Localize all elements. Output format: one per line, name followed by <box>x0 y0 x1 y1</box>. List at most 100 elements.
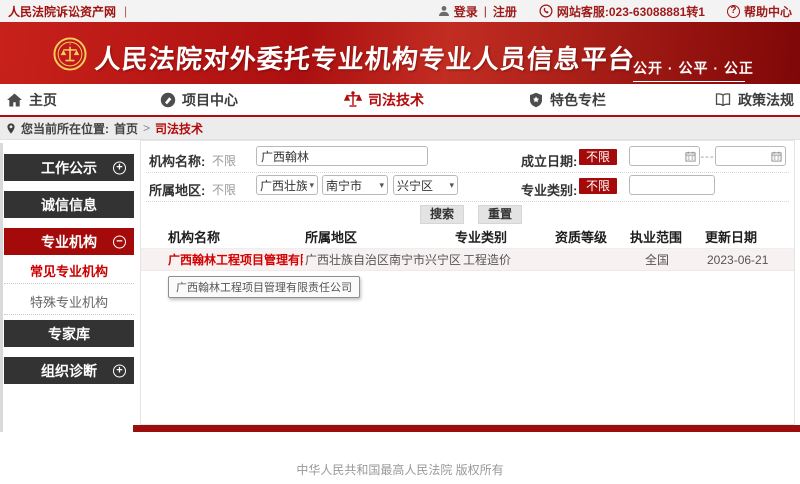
category-label: 专业类别: <box>521 180 577 199</box>
nav-item-policy[interactable]: 政策法规 <box>714 84 794 115</box>
breadcrumb-current: 司法技术 <box>155 120 203 137</box>
nav-item-special-column[interactable]: 特色专栏 <box>528 84 606 115</box>
city-select-value: 南宁市 <box>326 177 377 194</box>
province-select-value: 广西壮族自治 <box>260 177 307 194</box>
help-center-link[interactable]: 帮助中心 <box>744 3 792 20</box>
org-name-link[interactable]: 广西翰林工程项目管理有限责任... <box>168 249 303 271</box>
scales-icon <box>344 91 362 108</box>
table-row[interactable]: 广西翰林工程项目管理有限责任... 广西壮族自治区南宁市兴宁区 工程造价 全国 … <box>141 249 794 271</box>
login-register-divider: | <box>484 4 487 18</box>
col-header-region: 所属地区 <box>305 227 357 249</box>
book-icon <box>714 92 732 107</box>
breadcrumb-prefix: 您当前所在位置: <box>21 120 109 137</box>
sidebar-subitem-common-orgs[interactable]: 常见专业机构 <box>4 258 134 284</box>
login-link[interactable]: 登录 <box>454 3 478 20</box>
sidebar-item-org-diagnosis[interactable]: 组织诊断 + <box>4 357 134 384</box>
sidebar-item-integrity-info[interactable]: 诚信信息 <box>4 191 134 218</box>
help-area: ? 帮助中心 <box>727 3 792 20</box>
founded-date-unlimited-button[interactable]: 不限 <box>579 149 617 165</box>
sidebar-item-label: 组织诊断 <box>41 361 97 381</box>
badge-icon <box>528 92 544 108</box>
org-name-unlimited-option[interactable]: 不限 <box>212 152 236 169</box>
cell-region: 广西壮族自治区南宁市兴宁区 <box>305 249 461 271</box>
district-select[interactable]: 兴宁区 ▾ <box>393 175 458 195</box>
nav-label: 项目中心 <box>182 90 238 110</box>
province-select[interactable]: 广西壮族自治 ▾ <box>256 175 318 195</box>
sidebar-item-label: 专家库 <box>48 324 90 344</box>
location-pin-icon <box>6 122 16 135</box>
col-header-category: 专业类别 <box>455 227 507 249</box>
sidebar-item-professional-orgs[interactable]: 专业机构 − <box>4 228 134 255</box>
category-unlimited-button[interactable]: 不限 <box>579 178 617 194</box>
sidebar-item-label: 专业机构 <box>41 232 97 252</box>
expand-plus-icon[interactable]: + <box>113 364 126 377</box>
sidebar-subitem-special-orgs[interactable]: 特殊专业机构 <box>4 289 134 315</box>
sidebar-edge-strip <box>0 143 3 432</box>
phone-icon <box>539 4 553 18</box>
sidebar-item-label: 工作公示 <box>41 158 97 178</box>
page: 人民法院诉讼资产网 | 登录 | 注册 网站客服:023-63088881转1 <box>0 0 800 484</box>
breadcrumb-separator: > <box>143 121 150 135</box>
register-link[interactable]: 注册 <box>493 3 517 20</box>
region-unlimited-option[interactable]: 不限 <box>212 181 236 198</box>
date-to-input[interactable] <box>715 146 786 166</box>
sidebar-subitem-label: 特殊专业机构 <box>30 292 108 311</box>
topbar-right: 登录 | 注册 网站客服:023-63088881转1 ? 帮助中心 <box>438 3 792 20</box>
org-name-label: 机构名称: <box>149 151 205 170</box>
panel-bottom-bar <box>133 425 800 432</box>
region-label: 所属地区: <box>149 180 205 199</box>
cell-scope: 全国 <box>645 249 669 271</box>
question-icon: ? <box>727 5 740 18</box>
reset-button[interactable]: 重置 <box>478 205 522 224</box>
service-phone-text[interactable]: 网站客服:023-63088881转1 <box>557 3 705 20</box>
form-divider <box>146 201 789 202</box>
org-name-input[interactable] <box>256 146 428 166</box>
founded-date-label: 成立日期: <box>521 151 577 170</box>
col-header-scope: 执业范围 <box>630 227 682 249</box>
sidebar-item-work-publicity[interactable]: 工作公示 + <box>4 154 134 181</box>
footer-copyright: 中华人民共和国最高人民法院 版权所有 <box>0 461 800 478</box>
calendar-icon <box>771 151 782 162</box>
nav-item-project-center[interactable]: 项目中心 <box>160 84 238 115</box>
nav-item-judicial-tech[interactable]: 司法技术 <box>344 84 424 115</box>
calendar-icon <box>685 151 696 162</box>
form-divider <box>146 172 789 173</box>
category-input[interactable] <box>629 175 715 195</box>
breadcrumb: 您当前所在位置: 首页 > 司法技术 <box>0 117 800 140</box>
sister-site-link[interactable]: 人民法院诉讼资产网 <box>8 3 116 20</box>
home-icon <box>6 92 23 108</box>
col-header-org-name: 机构名称 <box>168 227 220 249</box>
org-name-tooltip: 广西翰林工程项目管理有限责任公司 <box>168 276 360 298</box>
nav-item-home[interactable]: 主页 <box>6 84 57 115</box>
expand-plus-icon[interactable]: + <box>113 161 126 174</box>
site-slogan: 公开 · 公平 · 公正 <box>633 58 745 82</box>
chevron-down-icon: ▾ <box>309 180 314 191</box>
col-header-updated: 更新日期 <box>705 227 757 249</box>
district-select-value: 兴宁区 <box>397 177 447 194</box>
chevron-down-icon: ▾ <box>379 180 384 191</box>
login-area: 登录 | 注册 <box>438 3 517 20</box>
project-center-icon <box>160 92 176 108</box>
user-icon <box>438 5 450 17</box>
topbar-left: 人民法院诉讼资产网 | <box>8 3 127 20</box>
col-header-grade: 资质等级 <box>555 227 607 249</box>
date-from-input[interactable] <box>629 146 700 166</box>
collapse-minus-icon[interactable]: − <box>113 235 126 248</box>
topbar-divider: | <box>124 4 127 18</box>
site-banner: 人民法院对外委托专业机构专业人员信息平台 公开 · 公平 · 公正 www.rm… <box>0 22 800 84</box>
search-button[interactable]: 搜索 <box>420 205 464 224</box>
chevron-down-icon: ▾ <box>449 180 454 191</box>
breadcrumb-home-link[interactable]: 首页 <box>114 120 138 137</box>
nav-label: 司法技术 <box>368 90 424 110</box>
cell-updated: 2023-06-21 <box>707 249 768 271</box>
main-panel: 机构名称: 不限 成立日期: 不限 --- 所属地区: 不限 广西壮族自治 ▾ … <box>140 140 795 425</box>
sidebar-item-label: 诚信信息 <box>41 195 97 215</box>
nav-label: 主页 <box>29 90 57 110</box>
sidebar-subitem-label: 常见专业机构 <box>30 261 108 280</box>
sidebar-item-expert-pool[interactable]: 专家库 <box>4 320 134 347</box>
site-title: 人民法院对外委托专业机构专业人员信息平台 <box>94 39 637 76</box>
nav-label: 政策法规 <box>738 90 794 110</box>
top-utility-bar: 人民法院诉讼资产网 | 登录 | 注册 网站客服:023-63088881转1 <box>0 0 800 22</box>
cell-category: 工程造价 <box>463 249 511 271</box>
city-select[interactable]: 南宁市 ▾ <box>322 175 388 195</box>
